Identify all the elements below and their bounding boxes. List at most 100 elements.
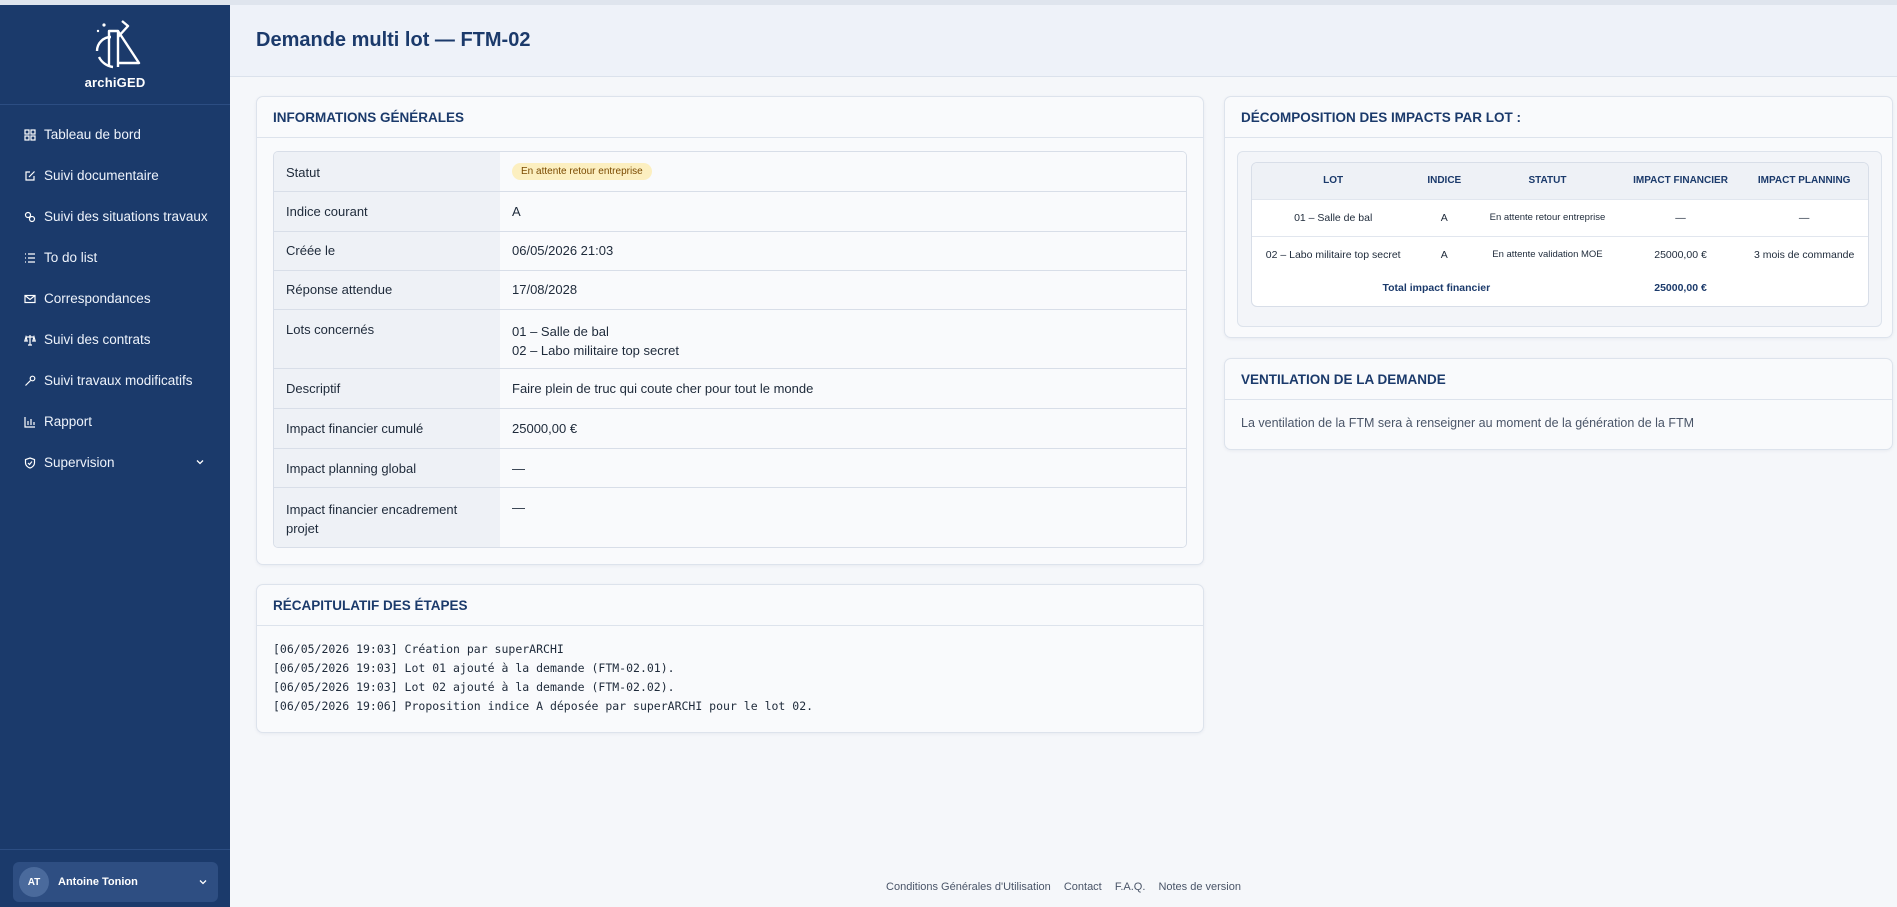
info-value: A xyxy=(500,192,1186,231)
status-badge: En attente retour entreprise xyxy=(512,163,652,180)
column-header: STATUT xyxy=(1474,163,1621,199)
user-name: Antoine Tonion xyxy=(58,876,138,888)
info-label: Lots concernés xyxy=(274,310,500,368)
sidebar-item-label: Tableau de bord xyxy=(44,127,141,142)
footer-link-contact[interactable]: Contact xyxy=(1064,881,1102,893)
ventilation-text: La ventilation de la FTM sera à renseign… xyxy=(1241,416,1695,430)
ventilation-card: VENTILATION DE LA DEMANDE La ventilation… xyxy=(1224,358,1893,450)
table-row: 02 – Labo militaire top secret A En atte… xyxy=(1252,235,1868,273)
table-cell: 02 – Labo militaire top secret xyxy=(1252,235,1415,273)
sidebar-item-suivi-situations-travaux[interactable]: Suivi des situations travaux xyxy=(0,196,230,237)
info-row-impact-planning: Impact planning global — xyxy=(274,449,1186,488)
sidebar-item-rapport[interactable]: Rapport xyxy=(0,401,230,442)
column-header: INDICE xyxy=(1414,163,1475,199)
card-title: DÉCOMPOSITION DES IMPACTS PAR LOT : xyxy=(1225,97,1892,138)
table-cell: 01 – Salle de bal xyxy=(1252,198,1415,236)
footer-link-faq[interactable]: F.A.Q. xyxy=(1115,881,1146,893)
info-value: En attente retour entreprise xyxy=(500,152,1186,191)
table-header-row: LOT INDICE STATUT IMPACT FINANCIER IMPAC… xyxy=(1252,163,1868,199)
footer-link-cgu[interactable]: Conditions Générales d'Utilisation xyxy=(886,881,1051,893)
divider xyxy=(0,849,230,850)
lot-item: 02 – Labo militaire top secret xyxy=(512,343,679,358)
info-row-creee: Créée le 06/05/2026 21:03 xyxy=(274,232,1186,271)
total-label: Total impact financier xyxy=(1382,282,1491,294)
lot-item: 01 – Salle de bal xyxy=(512,324,609,339)
table-cell: En attente validation MOE xyxy=(1474,235,1621,273)
info-label: Créée le xyxy=(274,232,500,270)
recap-card: RÉCAPITULATIF DES ÉTAPES [06/05/2026 19:… xyxy=(256,584,1204,733)
page-header: Demande multi lot — FTM-02 xyxy=(230,5,1897,77)
avatar: AT xyxy=(19,867,49,897)
table-cell: A xyxy=(1414,198,1475,236)
sidebar-item-tableau-de-bord[interactable]: Tableau de bord xyxy=(0,114,230,155)
info-row-impact-financier: Impact financier cumulé 25000,00 € xyxy=(274,409,1186,449)
chevron-down-icon[interactable] xyxy=(194,456,206,468)
impacts-table-container: LOT INDICE STATUT IMPACT FINANCIER IMPAC… xyxy=(1251,162,1869,307)
page-title: Demande multi lot — FTM-02 xyxy=(256,29,531,51)
logo-text: archiGED xyxy=(84,75,146,90)
table-cell: 25000,00 € xyxy=(1620,235,1741,273)
info-label: Impact financier cumulé xyxy=(274,409,500,448)
sidebar-item-label: To do list xyxy=(44,250,98,265)
info-label: Réponse attendue xyxy=(274,271,500,309)
impacts-table: LOT INDICE STATUT IMPACT FINANCIER IMPAC… xyxy=(1252,163,1868,303)
card-title: INFORMATIONS GÉNÉRALES xyxy=(257,97,1203,138)
sidebar-item-to-do-list[interactable]: To do list xyxy=(0,237,230,278)
table-total-row: Total impact financier 25000,00 € xyxy=(1252,273,1868,303)
recap-log: [06/05/2026 19:03] Création par superARC… xyxy=(273,640,813,716)
table-cell: — xyxy=(1620,198,1741,236)
sidebar-item-suivi-travaux-modificatifs[interactable]: Suivi travaux modificatifs xyxy=(0,360,230,401)
sidebar-item-label: Suivi des situations travaux xyxy=(44,209,208,224)
sidebar-item-suivi-contrats[interactable]: Suivi des contrats xyxy=(0,319,230,360)
log-line: [06/05/2026 19:03] Lot 02 ajouté à la de… xyxy=(273,680,675,694)
info-value: 01 – Salle de bal 02 – Labo militaire to… xyxy=(500,310,1186,368)
log-line: [06/05/2026 19:06] Proposition indice A … xyxy=(273,699,814,713)
info-value: Faire plein de truc qui coute cher pour … xyxy=(500,369,1186,408)
sidebar-item-supervision[interactable]: Supervision xyxy=(0,442,230,483)
info-value: 17/08/2028 xyxy=(500,271,1186,309)
list-icon xyxy=(23,251,37,265)
mail-icon xyxy=(23,292,37,306)
table-cell: — xyxy=(1740,198,1868,236)
sidebar-item-label: Suivi des contrats xyxy=(44,332,151,347)
info-label: Statut xyxy=(274,152,500,191)
sidebar-item-label: Suivi travaux modificatifs xyxy=(44,373,193,388)
footer-link-notes-version[interactable]: Notes de version xyxy=(1158,881,1241,893)
grid-icon xyxy=(23,128,37,142)
table-cell: A xyxy=(1414,235,1475,273)
general-info-table: Statut En attente retour entreprise Indi… xyxy=(273,151,1187,548)
info-label: Descriptif xyxy=(274,369,500,408)
sidebar: archiGED Tableau de bord Suivi documenta… xyxy=(0,5,230,907)
info-row-descriptif: Descriptif Faire plein de truc qui coute… xyxy=(274,369,1186,409)
impacts-card: DÉCOMPOSITION DES IMPACTS PAR LOT : LOT … xyxy=(1224,96,1893,338)
chevron-down-icon[interactable] xyxy=(197,876,209,888)
table-cell: 3 mois de commande xyxy=(1740,235,1868,273)
coins-icon xyxy=(23,210,37,224)
sidebar-item-label: Supervision xyxy=(44,455,115,470)
edit-doc-icon xyxy=(23,169,37,183)
app-logo[interactable]: archiGED xyxy=(0,5,230,105)
sidebar-item-label: Correspondances xyxy=(44,291,151,306)
log-line: [06/05/2026 19:03] Création par superARC… xyxy=(273,642,564,656)
sidebar-item-label: Rapport xyxy=(44,414,93,429)
info-row-statut: Statut En attente retour entreprise xyxy=(274,152,1186,192)
shield-icon xyxy=(23,456,37,470)
sidebar-item-suivi-documentaire[interactable]: Suivi documentaire xyxy=(0,155,230,196)
table-cell: En attente retour entreprise xyxy=(1474,198,1621,236)
table-row: 01 – Salle de bal A En attente retour en… xyxy=(1252,198,1868,236)
general-info-card: INFORMATIONS GÉNÉRALES Statut En attente… xyxy=(256,96,1204,565)
info-value: — xyxy=(500,488,1186,547)
info-label: Impact financier encadrement projet xyxy=(274,488,500,547)
scale-icon xyxy=(23,333,37,347)
card-title: VENTILATION DE LA DEMANDE xyxy=(1225,359,1892,400)
footer: Conditions Générales d'Utilisation Conta… xyxy=(230,881,1897,893)
archiged-logo-icon xyxy=(95,20,141,69)
sidebar-item-correspondances[interactable]: Correspondances xyxy=(0,278,230,319)
user-menu[interactable]: AT Antoine Tonion xyxy=(13,862,218,902)
card-title: RÉCAPITULATIF DES ÉTAPES xyxy=(257,585,1203,626)
info-label: Indice courant xyxy=(274,192,500,231)
sidebar-item-label: Suivi documentaire xyxy=(44,168,159,183)
info-row-lots: Lots concernés 01 – Salle de bal 02 – La… xyxy=(274,310,1186,369)
info-row-reponse: Réponse attendue 17/08/2028 xyxy=(274,271,1186,310)
column-header: IMPACT FINANCIER xyxy=(1620,163,1741,199)
